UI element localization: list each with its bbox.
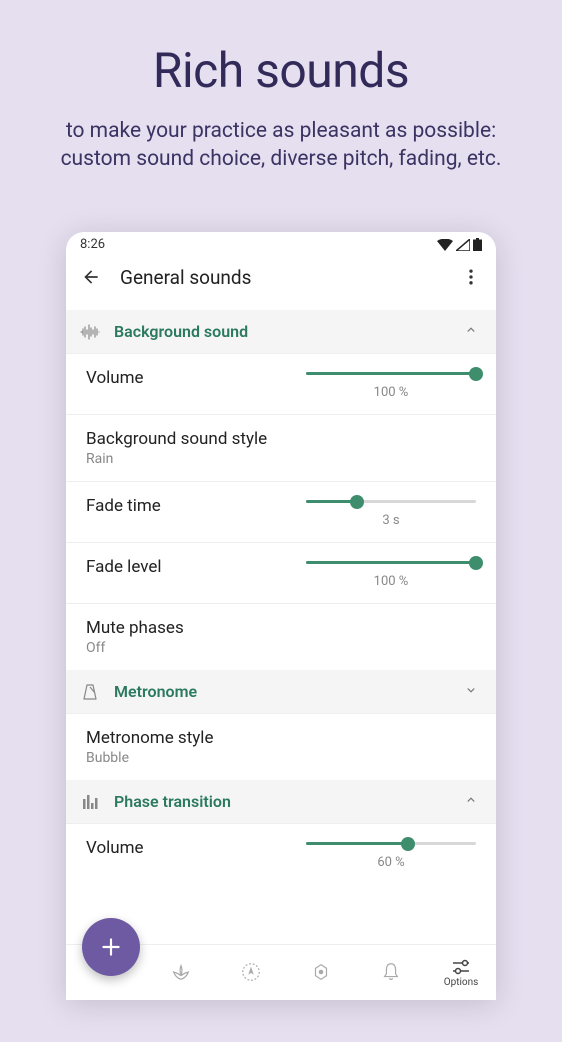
- promo-subtitle-line1: to make your practice as pleasant as pos…: [66, 119, 496, 143]
- fade-level-slider[interactable]: [306, 561, 476, 564]
- target-icon: [310, 961, 332, 983]
- setting-value: Bubble: [86, 750, 476, 766]
- status-time: 8:26: [80, 237, 105, 252]
- setting-label: Fade level: [86, 557, 306, 577]
- status-bar: 8:26: [66, 232, 496, 256]
- setting-phase-volume[interactable]: Volume 60 %: [66, 823, 496, 900]
- setting-metronome-style[interactable]: Metronome style Bubble: [66, 713, 496, 780]
- setting-label: Fade time: [86, 496, 306, 516]
- more-vertical-icon: [461, 267, 481, 287]
- nav-item-compass[interactable]: [216, 961, 286, 984]
- fab-add[interactable]: [82, 918, 140, 976]
- setting-label: Background sound style: [86, 429, 476, 449]
- promo-subtitle-line2: custom sound choice, diverse pitch, fadi…: [61, 147, 502, 171]
- slider-value: 3 s: [382, 513, 399, 528]
- phone-frame: 8:26 General sounds Background sound: [66, 232, 496, 1000]
- section-metronome[interactable]: Metronome: [66, 670, 496, 713]
- volume-slider[interactable]: [306, 372, 476, 375]
- section-title: Metronome: [114, 682, 464, 701]
- nav-item-target[interactable]: [286, 961, 356, 984]
- sliders-icon: [450, 958, 472, 976]
- slider-value: 100 %: [374, 574, 409, 589]
- setting-fade-time[interactable]: Fade time 3 s: [66, 481, 496, 542]
- section-phase-transition[interactable]: Phase transition: [66, 780, 496, 823]
- nav-item-bell[interactable]: [356, 961, 426, 984]
- promo-subtitle: to make your practice as pleasant as pos…: [0, 117, 562, 174]
- lotus-icon: [170, 961, 192, 983]
- chevron-down-icon: [464, 682, 478, 701]
- setting-fade-level[interactable]: Fade level 100 %: [66, 542, 496, 603]
- app-bar: General sounds: [66, 256, 496, 302]
- section-title: Phase transition: [114, 792, 464, 811]
- fade-time-slider[interactable]: [306, 500, 476, 503]
- setting-label: Volume: [86, 838, 306, 858]
- chevron-up-icon: [464, 792, 478, 811]
- setting-value: Rain: [86, 451, 476, 467]
- setting-volume[interactable]: Volume 100 %: [66, 353, 496, 414]
- bars-icon: [80, 793, 100, 811]
- signal-icon: [456, 239, 470, 251]
- chevron-up-icon: [464, 322, 478, 341]
- metronome-icon: [80, 683, 100, 701]
- slider-value: 100 %: [374, 385, 409, 400]
- waveform-icon: [80, 324, 100, 340]
- battery-icon: [473, 238, 482, 251]
- setting-background-style[interactable]: Background sound style Rain: [66, 414, 496, 481]
- status-icons: [437, 237, 482, 252]
- phase-volume-slider[interactable]: [306, 842, 476, 845]
- arrow-left-icon: [81, 267, 101, 287]
- app-bar-title: General sounds: [120, 266, 458, 289]
- slider-value: 60 %: [377, 855, 404, 870]
- bell-icon: [380, 961, 402, 983]
- nav-item-lotus[interactable]: [146, 961, 216, 984]
- nav-item-options[interactable]: Options: [426, 958, 496, 988]
- setting-label: Mute phases: [86, 618, 476, 638]
- wifi-icon: [437, 239, 453, 251]
- compass-icon: [240, 961, 262, 983]
- setting-label: Metronome style: [86, 728, 476, 748]
- plus-icon: [98, 934, 124, 960]
- more-button[interactable]: [458, 264, 484, 290]
- section-background-sound[interactable]: Background sound: [66, 310, 496, 353]
- back-button[interactable]: [78, 264, 104, 290]
- settings-scroll[interactable]: Background sound Volume 100 % Background…: [66, 310, 496, 944]
- nav-label: Options: [444, 977, 479, 988]
- setting-value: Off: [86, 640, 476, 656]
- setting-mute-phases[interactable]: Mute phases Off: [66, 603, 496, 670]
- section-title: Background sound: [114, 322, 464, 341]
- promo-title: Rich sounds: [0, 42, 562, 99]
- setting-label: Volume: [86, 368, 306, 388]
